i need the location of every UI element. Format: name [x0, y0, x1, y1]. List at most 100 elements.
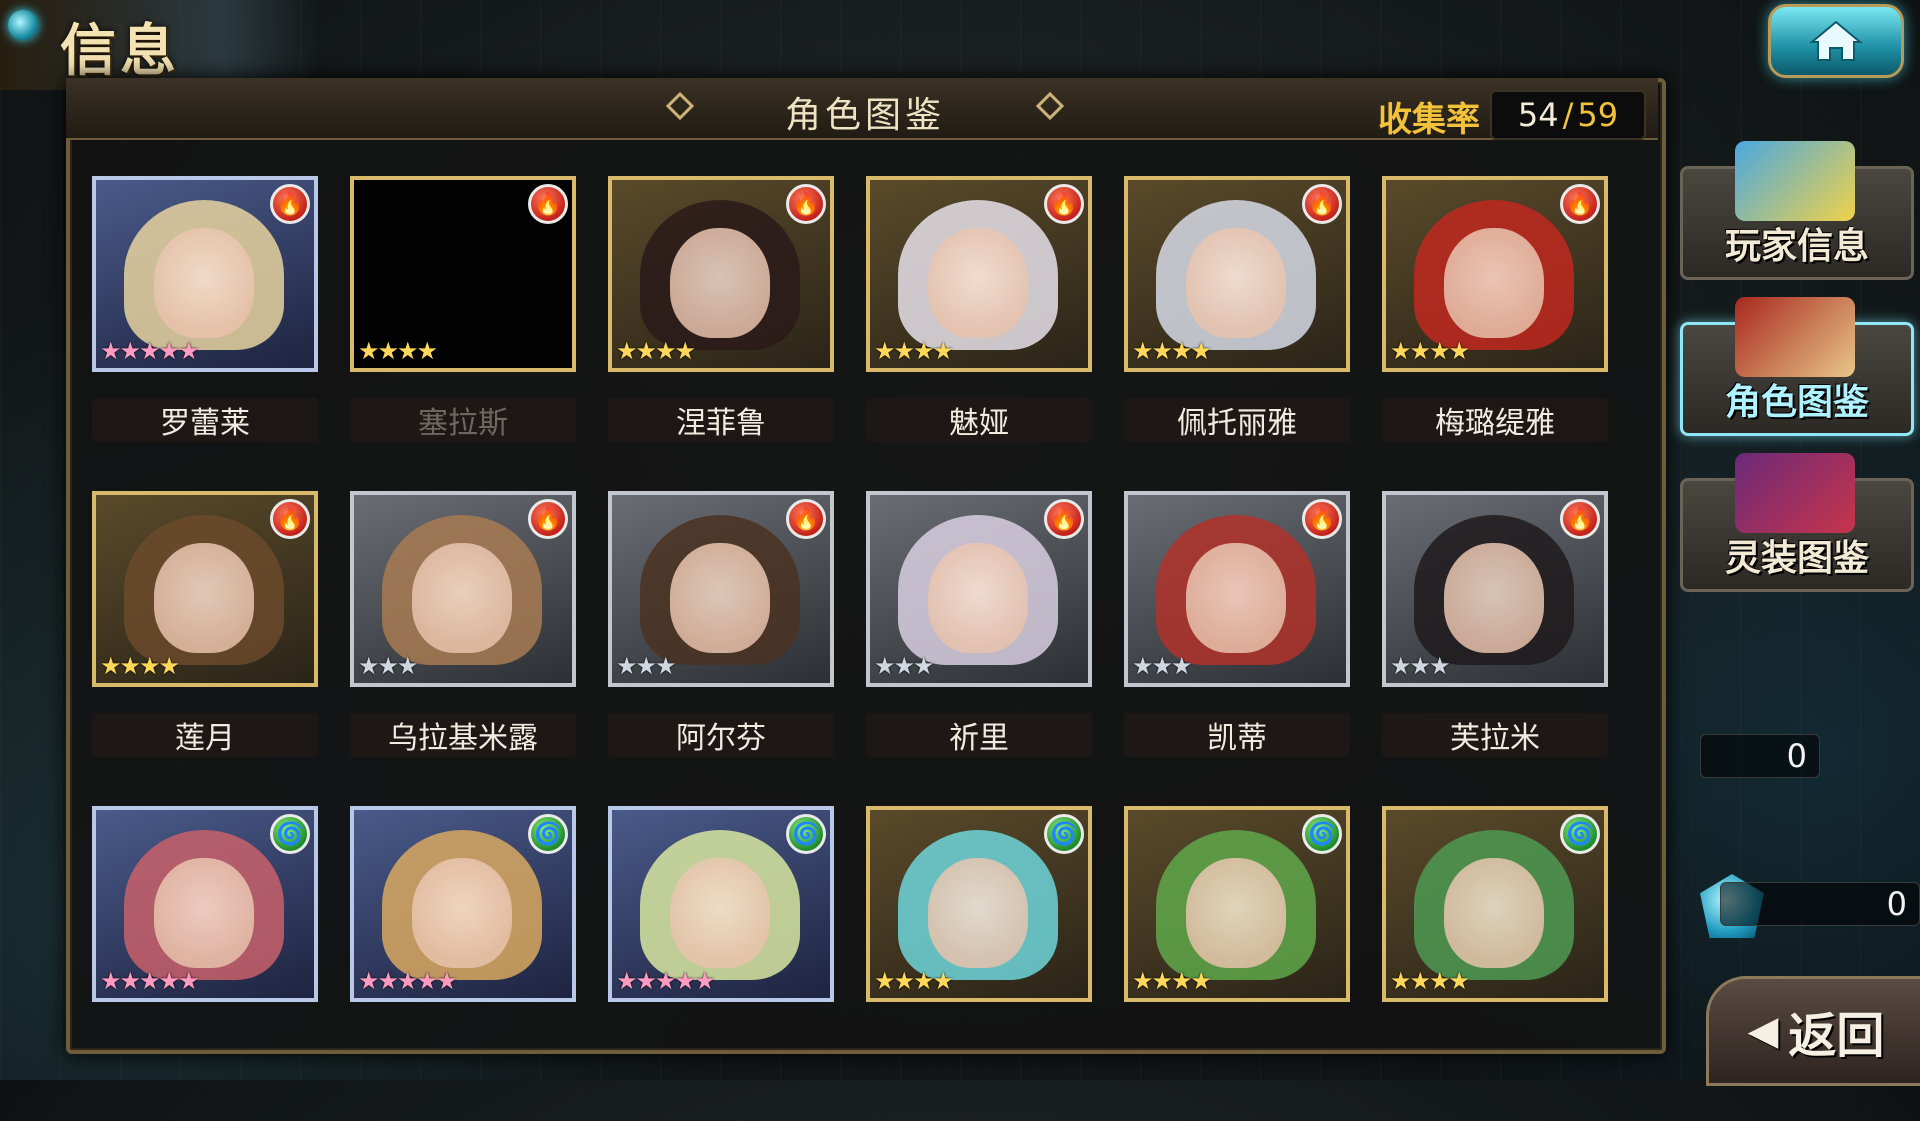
fire-element-icon: 🔥	[270, 499, 310, 539]
character-card[interactable]: 🔥 ★ ★ ★ 芙拉米	[1382, 491, 1608, 806]
character-card[interactable]: 🔥 ★ ★ ★ 阿尔芬	[608, 491, 834, 806]
star-icon: ★	[1190, 337, 1212, 365]
rarity-stars: ★ ★ ★	[1132, 653, 1192, 679]
character-portrait: 🔥 ★ ★ ★ ★	[1124, 176, 1350, 372]
character-name: 芙拉米	[1382, 713, 1608, 757]
character-portrait: 🌀 ★ ★ ★ ★	[866, 806, 1092, 1002]
back-button[interactable]: ◀ 返回	[1706, 976, 1920, 1086]
star-icon: ★	[1448, 337, 1470, 365]
rarity-stars: ★ ★ ★ ★	[874, 967, 954, 995]
player-info-button[interactable]: 玩家信息	[1680, 141, 1914, 280]
star-icon: ★	[100, 337, 121, 365]
star-icon: ★	[377, 967, 399, 995]
character-face	[670, 543, 770, 653]
character-card[interactable]: 🔥 ★ ★ ★ 凯蒂	[1124, 491, 1350, 806]
character-card[interactable]: 🔥 ★ ★ ★ ★ 塞拉斯	[350, 176, 576, 491]
character-card[interactable]: 🔥 ★ ★ ★ 乌拉基米露	[350, 491, 576, 806]
star-icon: ★	[436, 967, 457, 995]
character-name: 乌拉基米露	[350, 713, 576, 757]
home-icon	[1809, 20, 1863, 61]
star-icon: ★	[674, 337, 696, 365]
wind-element-icon: 🌀	[786, 814, 826, 854]
character-portrait: 🔥 ★ ★ ★ ★	[608, 176, 834, 372]
character-face	[670, 858, 770, 968]
equipment-codex-label: 灵装图鉴	[1724, 538, 1869, 579]
character-card[interactable]: 🔥 ★ ★ ★ ★ 莲月	[92, 491, 318, 806]
character-card[interactable]: 🌀 ★ ★ ★ ★ ★	[608, 806, 834, 1121]
character-grid: 🔥 ★ ★ ★ ★ ★ 罗蕾莱 🔥 ★ ★ ★ ★ 塞拉斯 🔥 ★ ★ ★ ★ 涅菲鲁 🔥 ★ ★ ★ ★ 魅娅 🔥 ★ ★ ★ ★ 佩托丽…	[92, 176, 1622, 1121]
star-icon: ★	[158, 967, 180, 995]
star-icon: ★	[1390, 337, 1411, 365]
codex-book-icon	[1735, 297, 1855, 377]
star-icon: ★	[1151, 337, 1173, 365]
star-icon: ★	[119, 967, 141, 995]
equipment-codex-button[interactable]: 灵装图鉴	[1680, 453, 1914, 592]
character-card[interactable]: 🔥 ★ ★ ★ ★ 梅璐缇雅	[1382, 176, 1608, 491]
fire-element-icon: 🔥	[1044, 499, 1084, 539]
fire-element-icon: 🔥	[270, 184, 310, 224]
character-name: 佩托丽雅	[1124, 398, 1350, 442]
character-portrait: 🔥 ★ ★ ★ ★	[92, 491, 318, 687]
wind-element-icon: 🌀	[528, 814, 568, 854]
character-card[interactable]: 🔥 ★ ★ ★ ★ 佩托丽雅	[1124, 176, 1350, 491]
fire-element-icon: 🔥	[1044, 184, 1084, 224]
star-icon: ★	[139, 967, 160, 995]
character-face	[1444, 858, 1544, 968]
player-cards-icon	[1735, 141, 1855, 221]
star-icon: ★	[358, 652, 379, 680]
star-icon: ★	[932, 337, 954, 365]
star-icon: ★	[178, 337, 199, 365]
character-card[interactable]: 🌀 ★ ★ ★ ★ ★	[92, 806, 318, 1121]
fire-element-icon: 🔥	[1560, 499, 1600, 539]
character-face	[1186, 858, 1286, 968]
character-codex-button[interactable]: 角色图鉴	[1680, 297, 1914, 436]
star-icon: ★	[893, 652, 915, 680]
character-portrait: 🔥 ★ ★ ★ ★	[866, 176, 1092, 372]
character-card[interactable]: 🌀 ★ ★ ★ ★ ★	[350, 806, 576, 1121]
character-portrait: 🔥 ★ ★ ★ ★	[350, 176, 576, 372]
character-face	[412, 543, 512, 653]
back-label: 返回	[1788, 1008, 1885, 1064]
corner-title: 信息	[60, 18, 180, 84]
character-card[interactable]: 🔥 ★ ★ ★ ★ ★ 罗蕾莱	[92, 176, 318, 491]
star-icon: ★	[358, 967, 379, 995]
star-icon: ★	[874, 967, 895, 995]
fire-element-icon: 🔥	[1302, 499, 1342, 539]
character-face	[154, 543, 254, 653]
star-icon: ★	[893, 967, 915, 995]
fire-element-icon: 🔥	[786, 499, 826, 539]
character-name: 凯蒂	[1124, 713, 1350, 757]
collection-rate-label: 收集率	[1378, 100, 1480, 140]
character-codex-label: 角色图鉴	[1724, 382, 1869, 423]
rarity-stars: ★ ★ ★ ★	[1390, 337, 1470, 365]
character-card[interactable]: 🌀 ★ ★ ★ ★	[1382, 806, 1608, 1121]
character-card[interactable]: 🔥 ★ ★ ★ ★ 魅娅	[866, 176, 1092, 491]
character-card[interactable]: 🔥 ★ ★ ★ 祈里	[866, 491, 1092, 806]
star-icon: ★	[397, 967, 418, 995]
character-face	[412, 858, 512, 968]
rarity-stars: ★ ★ ★	[616, 653, 676, 679]
character-face	[928, 228, 1028, 338]
character-name: 祈里	[866, 713, 1092, 757]
fire-element-icon: 🔥	[528, 499, 568, 539]
character-face	[1186, 543, 1286, 653]
star-icon: ★	[1171, 967, 1192, 995]
character-card[interactable]: 🌀 ★ ★ ★ ★	[866, 806, 1092, 1121]
star-icon: ★	[1448, 967, 1470, 995]
home-button[interactable]	[1768, 4, 1904, 78]
character-portrait: 🔥 ★ ★ ★	[350, 491, 576, 687]
star-icon: ★	[1409, 337, 1431, 365]
rarity-stars: ★ ★ ★ ★ ★	[358, 967, 458, 995]
rarity-stars: ★ ★ ★ ★	[874, 337, 954, 365]
character-portrait: 🔥 ★ ★ ★ ★ ★	[92, 176, 318, 372]
character-portrait: 🔥 ★ ★ ★	[866, 491, 1092, 687]
rarity-stars: ★ ★ ★ ★	[1132, 337, 1212, 365]
rarity-stars: ★ ★ ★ ★ ★	[100, 337, 200, 365]
star-icon: ★	[1409, 967, 1431, 995]
character-face	[670, 228, 770, 338]
character-card[interactable]: 🔥 ★ ★ ★ ★ 涅菲鲁	[608, 176, 834, 491]
character-card[interactable]: 🌀 ★ ★ ★ ★	[1124, 806, 1350, 1121]
star-icon: ★	[1171, 337, 1192, 365]
star-icon: ★	[1429, 967, 1450, 995]
star-icon: ★	[1409, 652, 1431, 680]
